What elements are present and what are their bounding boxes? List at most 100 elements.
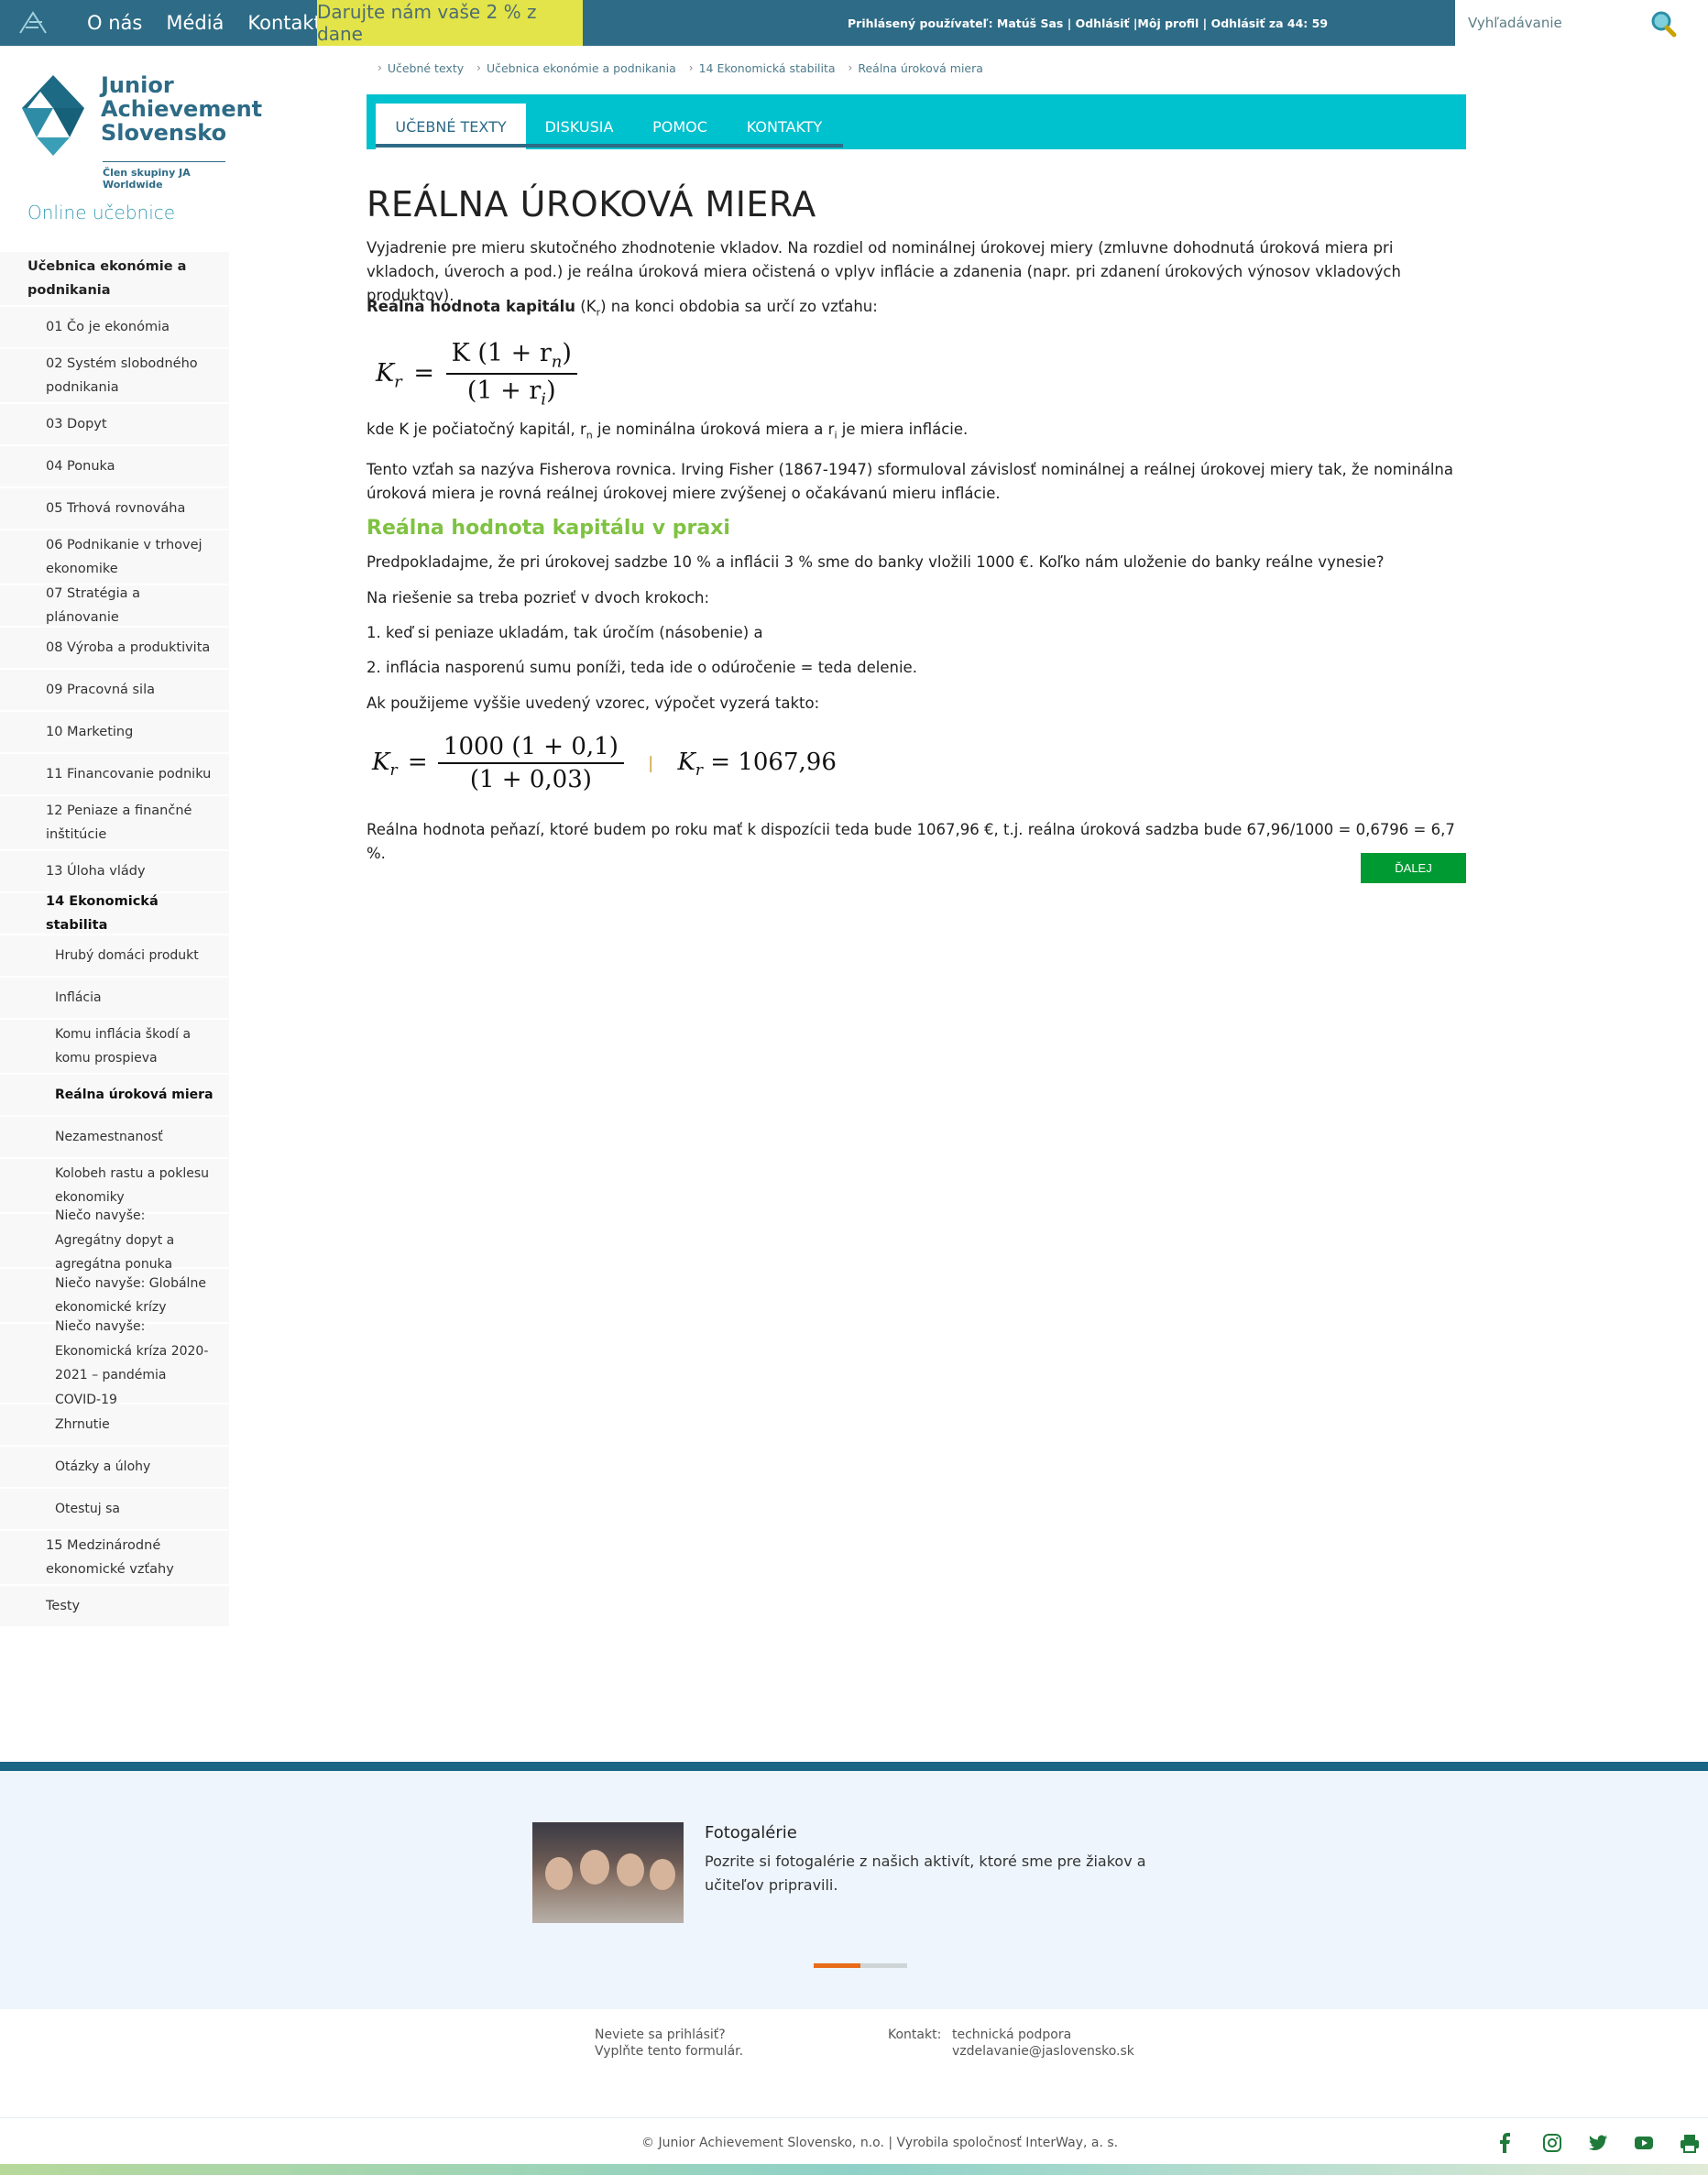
sidebar-item-label: Učebnica ekonómie a podnikania: [27, 258, 187, 299]
fraction: 1000 (1 + 0,1) (1 + 0,03): [437, 733, 624, 793]
sidebar-item[interactable]: 08 Výroba a produktivita: [0, 628, 229, 670]
contact-label: Kontakt:: [888, 2027, 942, 2042]
sidebar-item[interactable]: 15 Medzinárodné ekonomické vzťahy: [0, 1531, 229, 1586]
section-heading: Reálna hodnota kapitálu v praxi: [367, 517, 730, 540]
sidebar-item[interactable]: Nezamestnanosť: [0, 1117, 229, 1159]
sidebar-item-label: Zhrnutie: [55, 1416, 110, 1432]
brand-logo[interactable]: Junior Achievement Slovensko Člen skupin…: [20, 66, 262, 191]
sidebar-item[interactable]: 01 Čo je ekonómia: [0, 307, 229, 349]
sidebar-item-label: 11 Financovanie podniku: [46, 766, 212, 781]
user-info[interactable]: Prihlásený používateľ: Matúš Sas | Odhlá…: [848, 0, 1328, 46]
search-icon[interactable]: [1648, 9, 1681, 38]
gallery-thumbnail[interactable]: [532, 1822, 684, 1923]
sidebar-item[interactable]: 10 Marketing: [0, 712, 229, 754]
sidebar-title[interactable]: Online učebnice: [27, 202, 175, 224]
breadcrumb-item[interactable]: Učebné texty: [388, 61, 464, 75]
sidebar-item-label: 08 Výroba a produktivita: [46, 639, 211, 655]
sidebar-item-label: Testy: [46, 1598, 81, 1613]
sidebar-item-label: Hrubý domáci produkt: [55, 947, 199, 963]
sidebar-item-label: Otestuj sa: [55, 1501, 120, 1516]
bottom-strip: [0, 2164, 1708, 2175]
tab-ucebne-texty[interactable]: UČEBNÉ TEXTY: [376, 104, 526, 149]
sidebar-item[interactable]: Testy: [0, 1586, 229, 1628]
tab-diskusia[interactable]: DISKUSIA: [526, 104, 632, 149]
sidebar-item[interactable]: Inflácia: [0, 978, 229, 1020]
youtube-icon[interactable]: [1634, 2133, 1654, 2153]
next-button[interactable]: ĎALEJ: [1361, 853, 1466, 883]
formula-fisher: Kr = K (1 + rn) (1 + ri): [376, 339, 577, 410]
breadcrumb-current[interactable]: Reálna úroková miera: [858, 61, 983, 75]
carousel-dot-active[interactable]: [814, 1963, 860, 1968]
divider: [0, 2117, 1708, 2118]
top-nav: O nás Médiá Kontakt: [75, 0, 334, 46]
content-tabs: UČEBNÉ TEXTY DISKUSIA POMOC KONTAKTY: [367, 94, 1466, 149]
sidebar-item[interactable]: Komu inflácia škodí a komu prospieva: [0, 1020, 229, 1075]
sidebar-item-label: Komu inflácia škodí a komu prospieva: [55, 1026, 192, 1066]
sidebar-item[interactable]: Otázky a úlohy: [0, 1447, 229, 1489]
footer-top-bar: [0, 1762, 1708, 1771]
sidebar-item[interactable]: 02 Systém slobodného podnikania: [0, 349, 229, 404]
ja-logo-icon[interactable]: [16, 5, 51, 40]
divider: [103, 161, 225, 162]
donate-banner[interactable]: Darujte nám vaše 2 % z dane: [317, 0, 583, 46]
sidebar-item[interactable]: 04 Ponuka: [0, 446, 229, 488]
instagram-icon[interactable]: [1542, 2133, 1562, 2153]
promo-title[interactable]: Fotogalérie: [705, 1823, 797, 1842]
sidebar-item[interactable]: Otestuj sa: [0, 1489, 229, 1531]
sidebar-item-label: 10 Marketing: [46, 724, 134, 739]
ja-logo-icon: [22, 75, 84, 156]
sidebar-item-label: 02 Systém slobodného podnikania: [46, 355, 198, 396]
sidebar-item[interactable]: Učebnica ekonómie a podnikania: [0, 252, 229, 307]
nav-media[interactable]: Médiá: [166, 12, 224, 34]
search-input[interactable]: [1468, 11, 1651, 35]
sidebar-item[interactable]: 07 Stratégia a plánovanie: [0, 585, 229, 628]
login-help: Neviete sa prihlásiť? Vyplňte tento form…: [595, 2027, 744, 2060]
sidebar-item[interactable]: 06 Podnikanie v trhovej ekonomike: [0, 530, 229, 585]
sidebar-item-label: Niečo navyše: Globálne ekonomické krízy: [55, 1275, 206, 1316]
print-icon[interactable]: [1680, 2133, 1700, 2153]
sidebar-item[interactable]: 09 Pracovná sila: [0, 670, 229, 712]
sidebar-item-label: 03 Dopyt: [46, 416, 107, 432]
nav-o-nas[interactable]: O nás: [87, 12, 142, 34]
sidebar-item[interactable]: 12 Peniaze a finančné inštitúcie: [0, 796, 229, 851]
carousel-dot[interactable]: [860, 1963, 907, 1968]
sidebar-item-label: 12 Peniaze a finančné inštitúcie: [46, 803, 192, 843]
brand-name: Junior Achievement Slovensko: [101, 72, 263, 146]
sidebar-item[interactable]: 03 Dopyt: [0, 404, 229, 446]
sidebar-item[interactable]: 11 Financovanie podniku: [0, 754, 229, 796]
sidebar-item[interactable]: Niečo navyše: Agregátny dopyt a agregátn…: [0, 1208, 229, 1272]
sidebar-item-label: 06 Podnikanie v trhovej ekonomike: [46, 537, 203, 577]
twitter-icon[interactable]: [1588, 2133, 1608, 2153]
separator: |: [648, 753, 654, 773]
contact-info: technická podpora vzdelavanie@jaslovensk…: [952, 2027, 1134, 2060]
sidebar-item[interactable]: 13 Úloha vlády: [0, 851, 229, 893]
copyright: © Junior Achievement Slovensko, n.o. | V…: [641, 2136, 1119, 2150]
paragraph: Ak použijeme vyššie uvedený vzorec, výpo…: [367, 694, 820, 712]
sidebar-item[interactable]: 14 Ekonomická stabilita: [0, 893, 229, 935]
tab-pomoc[interactable]: POMOC: [632, 104, 728, 149]
paragraph: Na riešenie sa treba pozrieť v dvoch kro…: [367, 589, 710, 607]
sidebar-item-label: Niečo navyše: Agregátny dopyt a agregátn…: [55, 1208, 175, 1273]
tab-underline: [376, 144, 843, 148]
fraction: K (1 + rn) (1 + ri): [445, 339, 577, 410]
breadcrumb-item[interactable]: Učebnica ekonómie a podnikania: [487, 61, 676, 75]
sidebar-item[interactable]: Reálna úroková miera: [0, 1075, 229, 1117]
sidebar-item-label: Nezamestnanosť: [55, 1129, 163, 1144]
form-link[interactable]: Vyplňte tento formulár.: [595, 2043, 743, 2060]
facebook-icon[interactable]: [1495, 2133, 1516, 2153]
formula-calculation: Kr = 1000 (1 + 0,1) (1 + 0,03) | Kr = 10…: [372, 733, 837, 793]
breadcrumb-item[interactable]: 14 Ekonomická stabilita: [699, 61, 836, 75]
sidebar-item[interactable]: Niečo navyše: Ekonomická kríza 2020-2021…: [0, 1319, 229, 1407]
sidebar-item[interactable]: 05 Trhová rovnováha: [0, 488, 229, 530]
top-bar: O nás Médiá Kontakt Darujte nám vaše 2 %…: [0, 0, 1708, 46]
chevron-right-icon: ›: [476, 61, 481, 74]
tab-kontakty[interactable]: KONTAKTY: [728, 104, 841, 149]
sidebar-item-label: Reálna úroková miera: [55, 1087, 214, 1102]
sidebar-item-label: 04 Ponuka: [46, 458, 115, 474]
nav-kontakt[interactable]: Kontakt: [247, 12, 321, 34]
sidebar-item-label: 14 Ekonomická stabilita: [46, 893, 159, 934]
paragraph: 1. keď si peniaze ukladám, tak úročím (n…: [367, 624, 763, 641]
sidebar-item[interactable]: Hrubý domáci produkt: [0, 935, 229, 978]
contact-email[interactable]: vzdelavanie@jaslovensko.sk: [952, 2043, 1134, 2060]
paragraph: Predpokladajme, že pri úrokovej sadzbe 1…: [367, 553, 1385, 571]
